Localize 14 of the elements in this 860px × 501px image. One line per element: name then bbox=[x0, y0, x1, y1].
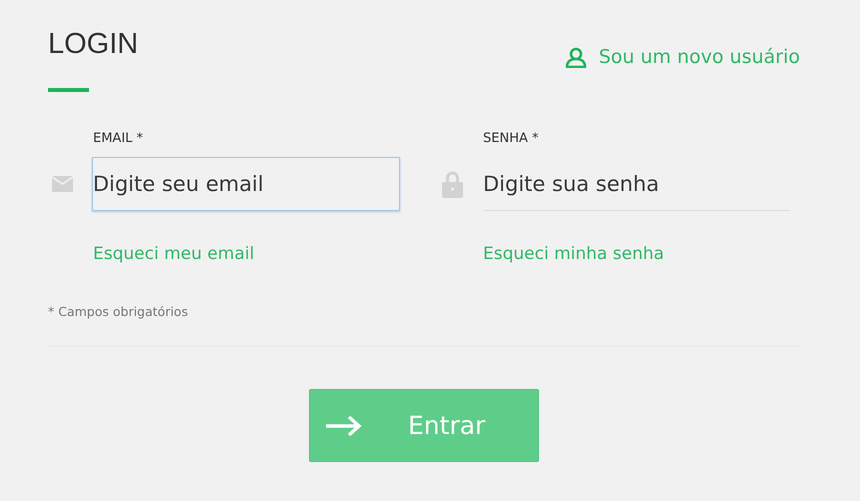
forgot-link[interactable]: Esqueci minha senha bbox=[483, 244, 664, 264]
submit-button[interactable]: Entrar bbox=[309, 389, 539, 462]
person-icon bbox=[564, 46, 587, 68]
page-title: LOGIN bbox=[48, 27, 138, 62]
new-user-link[interactable]: Sou um novo usuário bbox=[564, 46, 800, 68]
arrow-right-icon bbox=[324, 414, 362, 436]
padlock-icon bbox=[442, 170, 463, 198]
forgot-link[interactable]: Esqueci meu email bbox=[93, 244, 254, 264]
email-field[interactable]: Digite seu email bbox=[92, 157, 400, 211]
field-label: SENHA * bbox=[483, 130, 540, 148]
password-field[interactable]: Digite sua senha bbox=[483, 157, 790, 211]
required-note: * Campos obrigatórios bbox=[48, 304, 189, 319]
field-label: EMAIL * bbox=[93, 130, 144, 148]
envelope-icon bbox=[52, 176, 73, 192]
